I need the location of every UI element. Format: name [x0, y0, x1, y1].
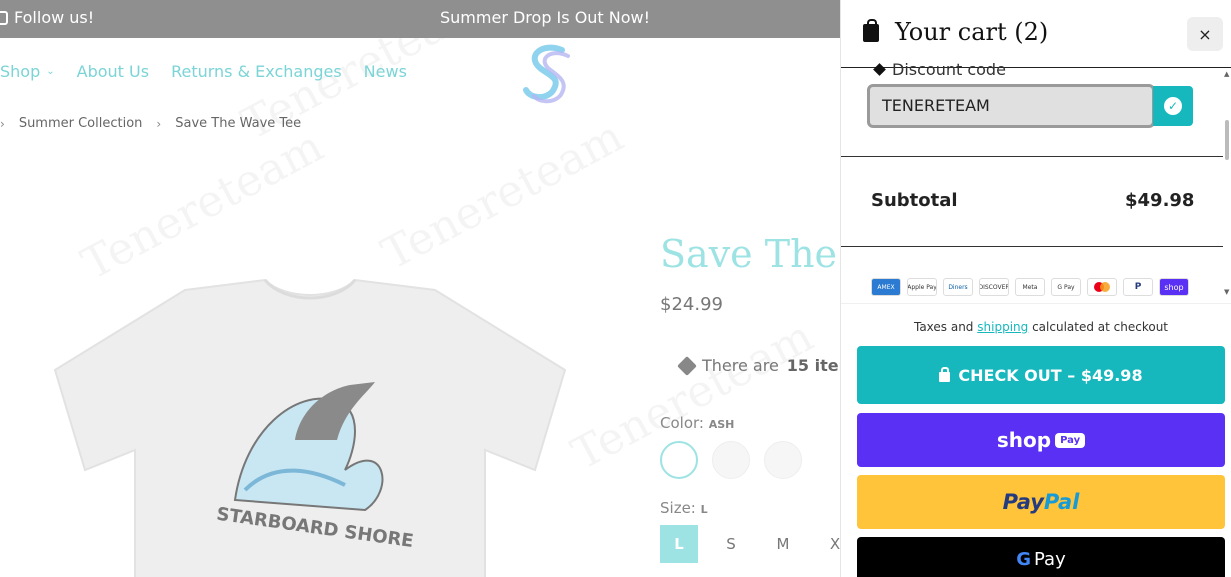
scroll-down-icon[interactable]: ▼: [1224, 288, 1229, 296]
size-label-text: Size:: [660, 499, 696, 517]
shop-pay-icon: shop: [1159, 278, 1189, 296]
main-nav: Shop ⌄ About Us Returns & Exchanges News: [0, 62, 407, 81]
google-pay-button[interactable]: G Pay: [857, 537, 1225, 577]
follow-us-label: Follow us!: [14, 8, 95, 27]
paypal-icon: P: [1123, 278, 1153, 296]
follow-us-link[interactable]: Follow us!: [0, 8, 94, 27]
nav-item-label: Returns & Exchanges: [171, 62, 342, 81]
discount-label: Discount code: [892, 60, 1006, 79]
watermark: Tenereteam: [374, 111, 632, 280]
breadcrumb-link[interactable]: Summer Collection: [19, 116, 143, 131]
color-label: Color: ASH: [660, 414, 734, 432]
color-swatch-ash[interactable]: [660, 441, 698, 479]
announcement-bar: Follow us! Summer Drop Is Out Now!: [0, 0, 840, 38]
subtotal-value: $49.98: [1125, 190, 1195, 211]
scrollbar-thumb[interactable]: [1225, 120, 1229, 160]
nav-item-shop[interactable]: Shop ⌄: [0, 62, 55, 81]
color-value: ASH: [708, 418, 735, 431]
size-label: Size: L: [660, 499, 708, 517]
product-title: Save The: [660, 232, 838, 276]
google-pay-icon: G Pay: [1051, 278, 1081, 296]
nav-item-label: News: [363, 62, 407, 81]
taxes-suffix: calculated at checkout: [1032, 320, 1169, 334]
breadcrumb: › Summer Collection › Save The Wave Tee: [0, 116, 301, 131]
nav-item-news[interactable]: News: [364, 62, 407, 81]
chevron-down-icon: ⌄: [46, 66, 55, 77]
subtotal-label: Subtotal: [871, 190, 958, 211]
stock-count: 15 iter: [786, 356, 847, 375]
cart-title: Your cart (2): [895, 18, 1049, 46]
taxes-note: Taxes and shipping calculated at checkou…: [841, 320, 1231, 334]
divider: [841, 156, 1223, 157]
watermark: Tenereteam: [74, 121, 332, 290]
cart-header: Your cart (2) ×: [841, 0, 1231, 68]
announcement-text: Summer Drop Is Out Now!: [440, 8, 651, 27]
chevron-right-icon: ›: [156, 116, 162, 131]
google-pay-label: Pay: [1034, 548, 1066, 570]
check-icon: ✓: [1164, 97, 1182, 115]
nav-item-label: Shop: [0, 62, 41, 81]
paypal-logo-part: Pal: [1043, 490, 1080, 514]
payment-icons: AMEX Apple Pay Diners DISCOVER Meta G Pa…: [871, 278, 1189, 296]
divider: [841, 246, 1223, 247]
lock-icon: [939, 366, 951, 382]
checkout-button[interactable]: CHECK OUT – $49.98: [857, 346, 1225, 404]
size-option-s[interactable]: S: [712, 525, 750, 563]
close-icon: ×: [1198, 24, 1212, 44]
stock-notice: There are 15 iter: [677, 355, 847, 376]
store-logo[interactable]: [522, 42, 574, 104]
apply-discount-button[interactable]: ✓: [1153, 86, 1193, 126]
stock-prefix: There are: [702, 356, 779, 375]
color-label-text: Color:: [660, 414, 704, 432]
product-price: $24.99: [660, 294, 723, 315]
mastercard-icon: [1087, 278, 1117, 296]
product-image[interactable]: STARBOARD SHORE: [45, 270, 575, 577]
color-swatch[interactable]: [712, 441, 750, 479]
chevron-right-icon: ›: [0, 116, 5, 131]
size-value: L: [700, 503, 708, 516]
apple-pay-icon: Apple Pay: [907, 278, 937, 296]
discount-code-input[interactable]: TENERETEAM: [867, 84, 1155, 128]
color-swatch[interactable]: [764, 441, 802, 479]
cart-scrollbar[interactable]: ▲ ▼: [1223, 68, 1231, 303]
color-swatches: [660, 441, 802, 479]
discount-tag-icon: [873, 63, 886, 76]
paypal-logo: PayPal: [1003, 490, 1080, 514]
shop-pay-button[interactable]: shop Pay: [857, 413, 1225, 467]
scroll-up-icon[interactable]: ▲: [1224, 70, 1229, 78]
discount-form: TENERETEAM ✓: [867, 84, 1195, 128]
paypal-logo-part: Pay: [1002, 490, 1044, 514]
discount-toggle[interactable]: Discount code: [873, 60, 1006, 79]
diners-icon: Diners: [943, 278, 973, 296]
amex-icon: AMEX: [871, 278, 901, 296]
tag-icon: [677, 355, 697, 376]
paypal-button[interactable]: PayPal: [857, 475, 1225, 529]
nav-item-label: About Us: [76, 62, 150, 81]
instagram-icon: [0, 10, 8, 25]
checkout-label: CHECK OUT – $49.98: [958, 365, 1143, 385]
nav-item-about[interactable]: About Us: [77, 62, 149, 81]
cart-footer: Taxes and shipping calculated at checkou…: [841, 303, 1231, 577]
mastercard-logo: [1094, 282, 1110, 292]
shop-pay-wordmark: shop: [996, 428, 1052, 452]
nav-item-returns[interactable]: Returns & Exchanges: [171, 62, 342, 81]
breadcrumb-current: Save The Wave Tee: [175, 116, 302, 131]
google-g-icon: G: [1016, 548, 1032, 570]
size-options: L S M X: [660, 525, 854, 563]
meta-pay-icon: Meta: [1015, 278, 1045, 296]
discover-icon: DISCOVER: [979, 278, 1009, 296]
taxes-prefix: Taxes and: [913, 320, 974, 334]
shop-pay-badge: Pay: [1055, 432, 1086, 448]
size-option-m[interactable]: M: [764, 525, 802, 563]
close-button[interactable]: ×: [1187, 17, 1223, 51]
shipping-link[interactable]: shipping: [977, 320, 1028, 334]
shopping-bag-icon: [863, 19, 879, 42]
size-option-l[interactable]: L: [660, 525, 698, 563]
cart-drawer: Your cart (2) × Discount code TENERETEAM…: [840, 0, 1231, 577]
